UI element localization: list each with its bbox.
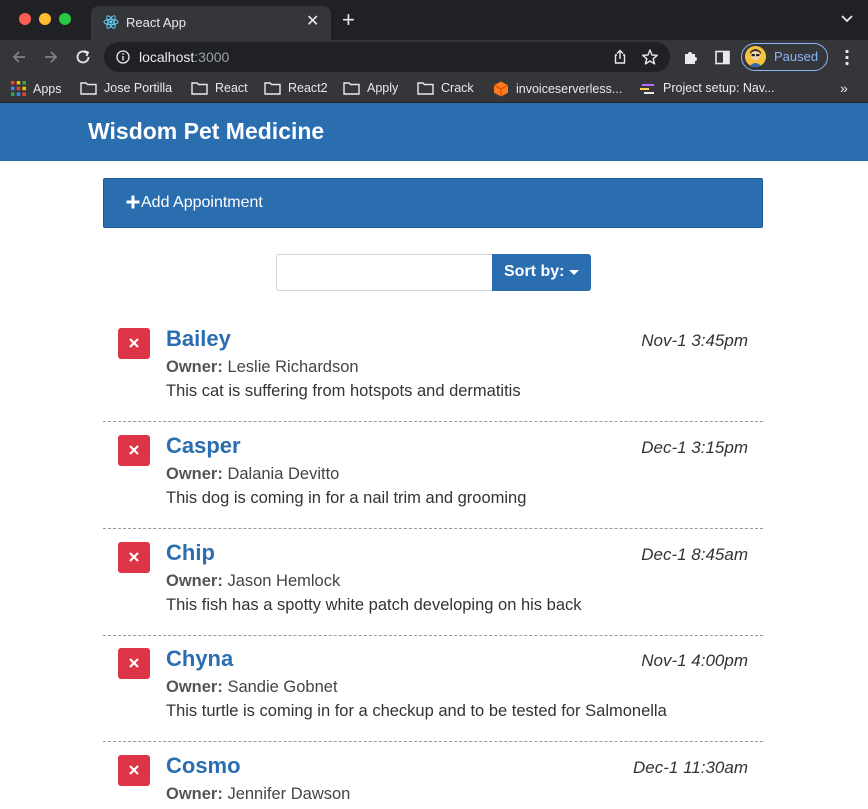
more-menu-icon[interactable] <box>842 49 852 66</box>
appointment-item: Chyna Nov-1 4:00pm Owner: Sandie Gobnet … <box>103 635 763 742</box>
window-zoom-button[interactable] <box>59 13 71 25</box>
app-header: Wisdom Pet Medicine <box>0 103 868 161</box>
close-icon <box>129 765 139 775</box>
browser-toolbar: localhost:3000 Paused <box>0 40 868 75</box>
folder-icon <box>80 82 97 95</box>
more-bookmarks-button[interactable]: » <box>840 80 848 96</box>
add-appointment-label: Add Appointment <box>141 194 263 211</box>
address-bar[interactable]: localhost:3000 <box>104 42 670 72</box>
reload-icon[interactable] <box>74 48 92 66</box>
avatar <box>745 46 766 67</box>
pet-name: Cosmo <box>166 753 241 778</box>
bookmark-react[interactable]: React <box>191 81 248 95</box>
profile-status: Paused <box>774 49 819 64</box>
owner-label: Owner: <box>166 572 223 590</box>
bookmark-jose-portilla[interactable]: Jose Portilla <box>80 81 172 95</box>
app-title: Wisdom Pet Medicine <box>88 118 325 144</box>
bookmark-react2[interactable]: React2 <box>264 81 328 95</box>
owner-line: Owner: Leslie Richardson <box>166 358 359 377</box>
pet-name: Casper <box>166 433 241 458</box>
owner-label: Owner: <box>166 785 223 803</box>
extensions-puzzle-icon[interactable] <box>682 49 699 66</box>
tab-close-icon[interactable]: ✕ <box>306 12 319 32</box>
side-panel-icon[interactable] <box>714 49 731 66</box>
forward-arrow-icon[interactable] <box>42 48 60 66</box>
owner-label: Owner: <box>166 465 223 483</box>
bookmark-star-icon[interactable] <box>641 48 659 66</box>
appointment-item: Chip Dec-1 8:45am Owner: Jason Hemlock T… <box>103 529 763 636</box>
page-icon <box>640 84 654 94</box>
bookmarks-bar: Apps Jose Portilla React React2 Apply Cr… <box>0 75 868 103</box>
close-icon <box>129 338 139 348</box>
folder-icon <box>343 82 360 95</box>
owner-line: Owner: Sandie Gobnet <box>166 678 338 697</box>
delete-appointment-button[interactable] <box>118 435 150 466</box>
window-minimize-button[interactable] <box>39 13 51 25</box>
site-info-icon[interactable] <box>116 50 130 64</box>
sort-label: Sort by: <box>504 263 565 280</box>
owner-name: Dalania Devitto <box>227 465 340 483</box>
caret-down-icon <box>569 270 579 275</box>
delete-appointment-button[interactable] <box>118 648 150 679</box>
bookmark-apps[interactable]: Apps <box>11 81 62 96</box>
appointment-item: Casper Dec-1 3:15pm Owner: Dalania Devit… <box>103 422 763 529</box>
appointment-item: Bailey Nov-1 3:45pm Owner: Leslie Richar… <box>103 315 763 422</box>
folder-icon <box>417 82 434 95</box>
react-logo-icon <box>103 15 119 29</box>
close-icon <box>129 552 139 562</box>
pet-name: Bailey <box>166 326 231 351</box>
delete-appointment-button[interactable] <box>118 328 150 359</box>
owner-name: Jason Hemlock <box>227 572 341 590</box>
owner-line: Owner: Jennifer Dawson <box>166 785 350 804</box>
owner-label: Owner: <box>166 358 223 376</box>
appointment-notes: This dog is coming in for a nail trim an… <box>166 489 527 507</box>
pet-name: Chyna <box>166 646 234 671</box>
appointment-date: Dec-1 8:45am <box>641 545 748 564</box>
sort-dropdown-button[interactable]: Sort by: <box>492 254 591 291</box>
owner-name: Leslie Richardson <box>227 358 359 376</box>
owner-line: Owner: Dalania Devitto <box>166 465 339 484</box>
tab-search-chevron-icon[interactable] <box>840 12 854 26</box>
tab-title: React App <box>126 15 186 30</box>
appointment-date: Nov-1 3:45pm <box>641 331 748 350</box>
aws-cube-icon <box>493 81 509 97</box>
window-close-button[interactable] <box>19 13 31 25</box>
bookmark-invoiceserverless[interactable]: invoiceserverless... <box>493 81 622 97</box>
delete-appointment-button[interactable] <box>118 755 150 786</box>
appointment-item: Cosmo Dec-1 11:30am Owner: Jennifer Daws… <box>103 742 763 809</box>
new-tab-button[interactable]: + <box>342 9 355 31</box>
back-arrow-icon[interactable] <box>10 48 28 66</box>
browser-tabstrip: React App ✕ + <box>0 0 868 40</box>
url-text: localhost:3000 <box>139 49 230 65</box>
appointment-notes: This turtle is coming in for a checkup a… <box>166 702 667 720</box>
appointment-date: Dec-1 11:30am <box>633 758 748 777</box>
search-input[interactable] <box>276 254 493 291</box>
close-icon <box>129 658 139 668</box>
appointment-notes: This cat is suffering from hotspots and … <box>166 382 521 400</box>
bookmark-apply[interactable]: Apply <box>343 81 398 95</box>
appointment-date: Nov-1 4:00pm <box>641 651 748 670</box>
appointment-date: Dec-1 3:15pm <box>641 438 748 457</box>
add-appointment-button[interactable]: Add Appointment <box>103 178 763 228</box>
pet-name: Chip <box>166 540 215 565</box>
owner-name: Jennifer Dawson <box>227 785 351 803</box>
profile-button[interactable]: Paused <box>741 43 828 71</box>
bookmark-crack[interactable]: Crack <box>417 81 474 95</box>
owner-line: Owner: Jason Hemlock <box>166 572 340 591</box>
plus-icon <box>126 195 140 209</box>
share-icon[interactable] <box>612 49 628 65</box>
owner-name: Sandie Gobnet <box>227 678 338 696</box>
appointment-notes: This fish has a spotty white patch devel… <box>166 596 582 614</box>
delete-appointment-button[interactable] <box>118 542 150 573</box>
folder-icon <box>264 82 281 95</box>
close-icon <box>129 445 139 455</box>
browser-tab[interactable]: React App ✕ <box>91 6 331 40</box>
bookmark-project-setup[interactable]: Project setup: Nav... <box>640 81 775 95</box>
owner-label: Owner: <box>166 678 223 696</box>
folder-icon <box>191 82 208 95</box>
apps-grid-icon <box>11 81 26 96</box>
